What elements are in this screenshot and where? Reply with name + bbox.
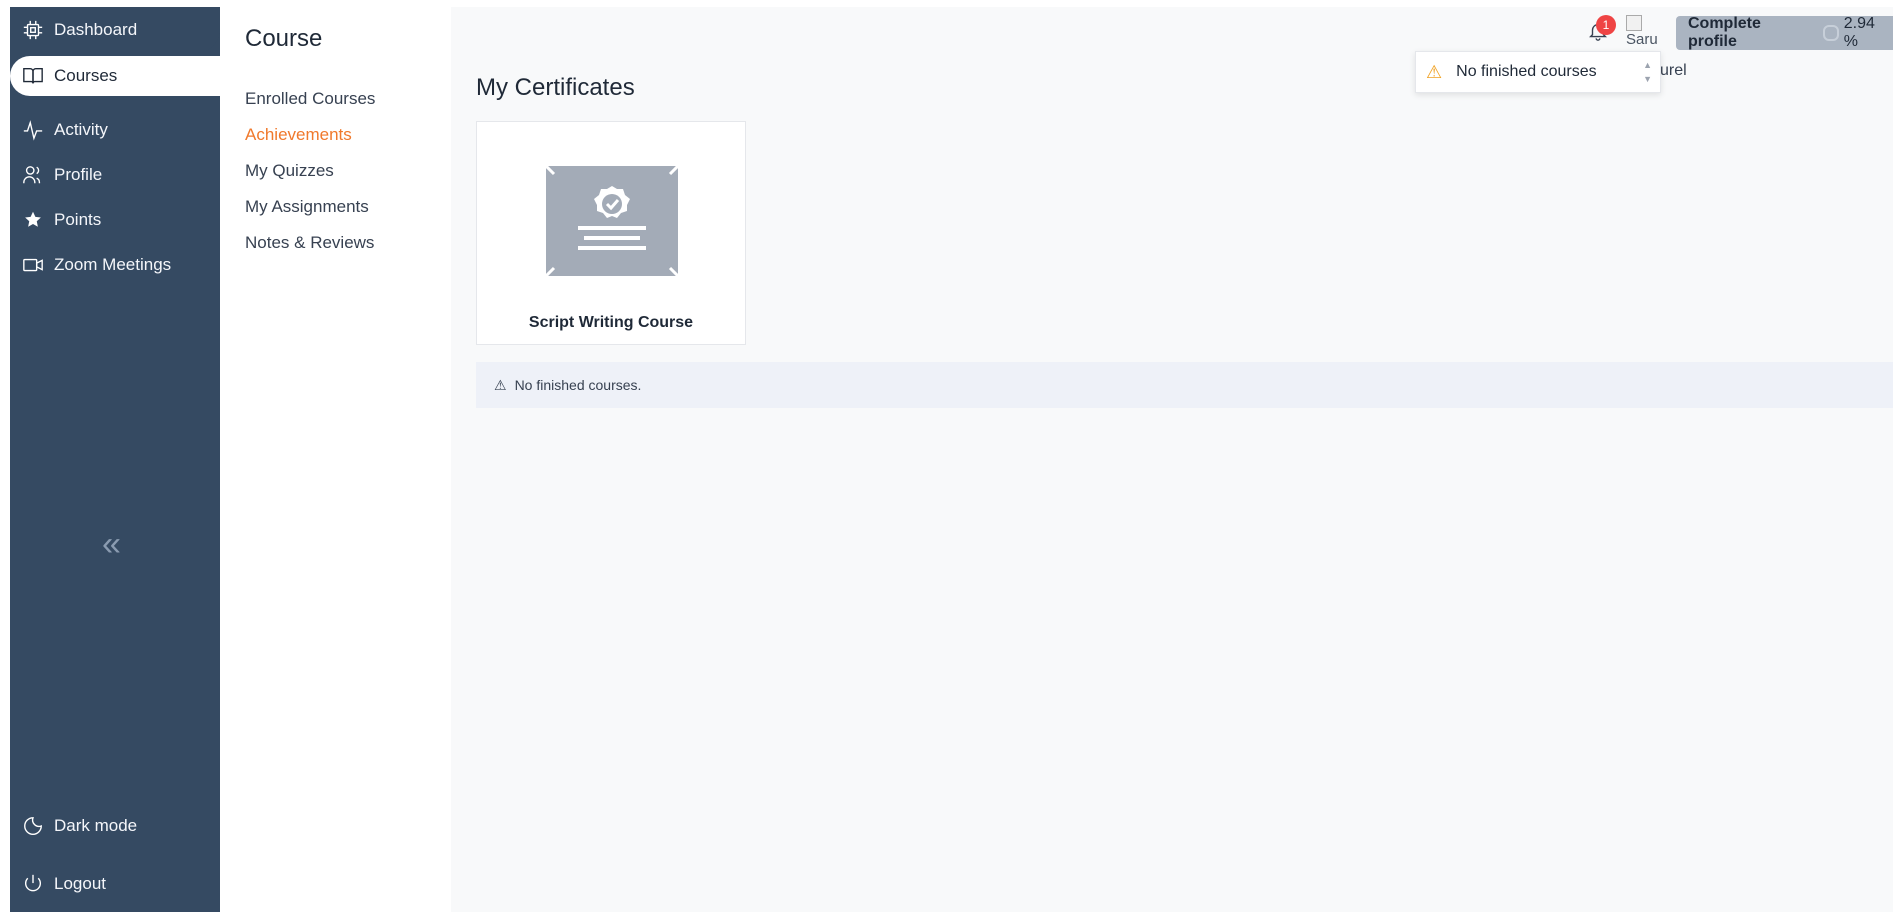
validation-tooltip: ⚠ No finished courses ▲ ▼ — [1415, 51, 1661, 93]
sidebar-item-label: Dark mode — [54, 816, 138, 835]
notification-badge: 1 — [1596, 15, 1616, 35]
tooltip-text: No finished courses — [1456, 63, 1597, 80]
alert-text: No finished courses. — [514, 377, 642, 393]
main-content: My Certificates Script Writing Course ⚠ … — [451, 7, 1893, 912]
star-icon — [22, 209, 44, 231]
complete-profile-percent: 2.94 % — [1843, 15, 1875, 50]
subnav-link-notes-reviews[interactable]: Notes & Reviews — [245, 233, 374, 253]
course-subnav: Course Enrolled Courses Achievements My … — [220, 7, 451, 912]
certificate-title: Script Writing Course — [528, 314, 694, 331]
complete-profile-button[interactable]: Complete profile 2.94 % — [1676, 15, 1893, 51]
sidebar-item-label: Points — [54, 210, 102, 229]
collapse-sidebar-icon[interactable]: « — [102, 527, 121, 561]
sidebar-item-activity[interactable]: Activity — [10, 110, 220, 150]
sidebar-item-label: Activity — [54, 120, 108, 139]
no-finished-courses-alert: ⚠ No finished courses. — [476, 362, 1893, 408]
subnav-link-achievements[interactable]: Achievements — [245, 125, 352, 145]
book-icon — [22, 65, 44, 87]
certificate-icon — [546, 166, 678, 276]
subnav-link-enrolled-courses[interactable]: Enrolled Courses — [245, 89, 375, 109]
sidebar: Dashboard Courses Activity Profile Point… — [10, 7, 222, 912]
avatar-alt-text: Saru — [1626, 31, 1658, 48]
page-title: My Certificates — [476, 74, 635, 101]
sidebar-item-dashboard[interactable]: Dashboard — [10, 7, 220, 53]
sidebar-item-label: Zoom Meetings — [54, 255, 172, 274]
video-icon — [22, 254, 44, 276]
warning-icon: ⚠ — [1426, 61, 1443, 82]
spinner-arrows-icon: ▲ ▼ — [1643, 60, 1652, 84]
sidebar-item-label: Profile — [54, 165, 103, 184]
avatar[interactable]: Saru — [1626, 15, 1658, 55]
sidebar-item-profile[interactable]: Profile — [10, 155, 220, 195]
activity-icon — [22, 119, 44, 141]
sidebar-item-logout[interactable]: Logout — [10, 864, 220, 904]
sidebar-item-label: Logout — [54, 874, 106, 893]
sidebar-item-courses[interactable]: Courses — [10, 56, 222, 96]
dashboard-icon — [22, 19, 44, 41]
sidebar-item-dark-mode[interactable]: Dark mode — [10, 806, 220, 846]
sidebar-item-points[interactable]: Points — [10, 200, 220, 240]
users-icon — [22, 164, 44, 186]
subnav-title: Course — [245, 25, 323, 52]
sidebar-item-label: Courses — [54, 66, 118, 85]
subnav-link-my-assignments[interactable]: My Assignments — [245, 197, 369, 217]
progress-ring-icon — [1822, 25, 1839, 41]
complete-profile-progress: 2.94 % — [1822, 15, 1893, 51]
moon-icon — [22, 815, 44, 837]
power-icon — [22, 873, 44, 895]
warning-icon: ⚠ — [494, 376, 507, 393]
sidebar-item-label: Dashboard — [54, 20, 138, 39]
broken-image-icon — [1626, 15, 1642, 31]
sidebar-item-zoom-meetings[interactable]: Zoom Meetings — [10, 245, 220, 285]
username: urel — [1660, 62, 1687, 79]
complete-profile-label: Complete profile — [1688, 15, 1761, 50]
certificate-card[interactable]: Script Writing Course — [476, 121, 746, 345]
subnav-link-my-quizzes[interactable]: My Quizzes — [245, 161, 334, 181]
